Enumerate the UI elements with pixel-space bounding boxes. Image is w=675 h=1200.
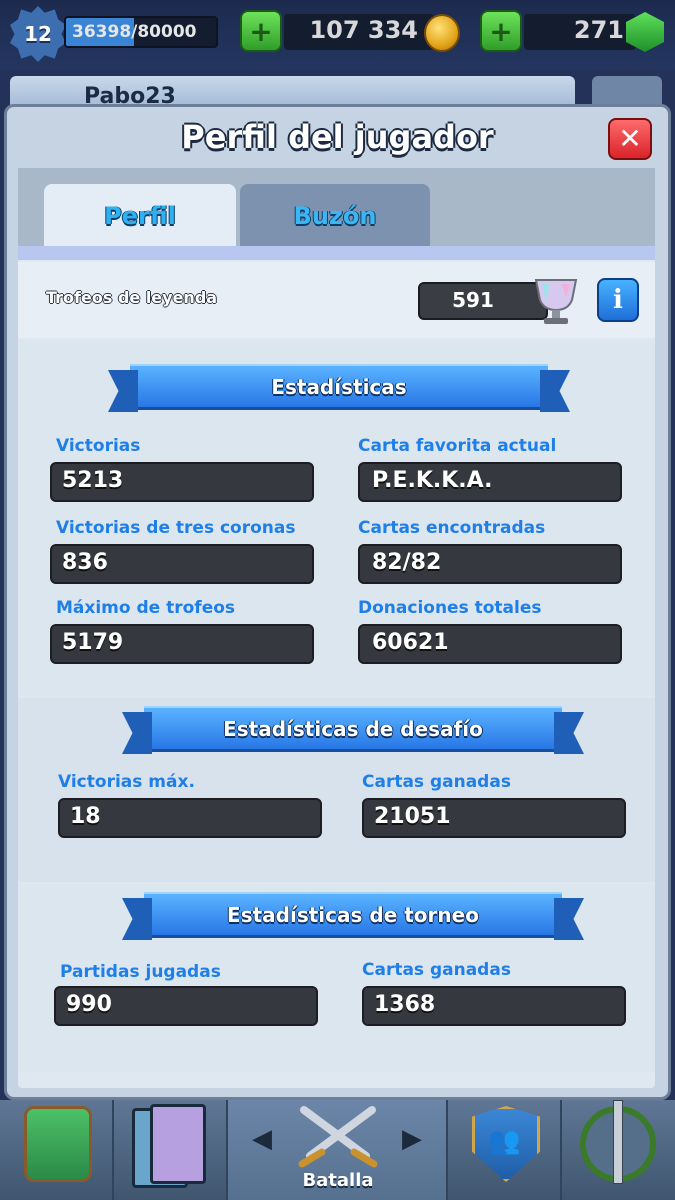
gems-amount: 271: [573, 16, 624, 44]
legend-trophies-label: Trofeos de leyenda: [46, 288, 218, 307]
stat-value: P.E.K.K.A.: [372, 468, 493, 493]
gold-amount: 107 334: [309, 16, 418, 44]
stat-value: 60621: [372, 630, 449, 655]
stat-value: 1368: [374, 992, 436, 1017]
stat-value: 82/82: [372, 550, 442, 575]
stat-label: Cartas ganadas: [362, 960, 511, 980]
level-number: 12: [24, 22, 52, 46]
add-gems-button[interactable]: +: [480, 10, 522, 52]
stat-label: Victorias: [56, 436, 141, 456]
info-button[interactable]: i: [597, 278, 639, 322]
stat-value: 21051: [374, 804, 451, 829]
xp-text: 36398/80000: [72, 22, 197, 42]
stat-value: 18: [70, 804, 101, 829]
close-icon: ✕: [618, 122, 642, 155]
stat-label: Máximo de trofeos: [56, 598, 236, 618]
sword-icon: [613, 1100, 623, 1184]
add-gold-button[interactable]: +: [240, 10, 282, 52]
stat-value: 5179: [62, 630, 124, 655]
people-icon: 👥: [488, 1126, 521, 1156]
tab-profile[interactable]: Perfil: [44, 184, 236, 248]
cards-icon: [150, 1104, 206, 1184]
stat-label: Victorias máx.: [58, 772, 195, 792]
tab-underline: [18, 246, 655, 260]
stats-section-ribbon: Estadísticas: [130, 364, 548, 410]
stat-label: Cartas encontradas: [358, 518, 546, 538]
legend-trophy-icon: [534, 279, 578, 324]
stat-label: Cartas ganadas: [362, 772, 511, 792]
chevron-right-icon[interactable]: ▶: [402, 1124, 422, 1154]
battle-label: Batalla: [302, 1170, 374, 1191]
tab-mailbox[interactable]: Buzón: [240, 184, 430, 248]
stat-label: Donaciones totales: [358, 598, 542, 618]
legend-trophies-value: 591: [452, 288, 494, 312]
stat-value: 990: [66, 992, 112, 1017]
stat-value: 836: [62, 550, 108, 575]
stat-label: Victorias de tres coronas: [56, 518, 296, 538]
chest-icon: [24, 1106, 92, 1182]
info-icon: i: [613, 285, 623, 315]
plus-icon: +: [489, 14, 513, 48]
stat-label: Partidas jugadas: [60, 962, 221, 982]
plus-icon: +: [249, 14, 273, 48]
modal-title: Perfil del jugador: [181, 118, 494, 156]
gold-coin-icon: [424, 14, 460, 52]
chevron-left-icon[interactable]: ◀: [252, 1124, 272, 1154]
tournament-section-ribbon: Estadísticas de torneo: [144, 892, 562, 938]
xp-progress-bar: 36398/80000: [64, 16, 218, 48]
swords-icon: [298, 1106, 378, 1168]
close-button[interactable]: ✕: [608, 118, 652, 160]
challenge-section-ribbon: Estadísticas de desafío: [144, 706, 562, 752]
stat-label: Carta favorita actual: [358, 436, 557, 456]
stat-value: 5213: [62, 468, 124, 493]
